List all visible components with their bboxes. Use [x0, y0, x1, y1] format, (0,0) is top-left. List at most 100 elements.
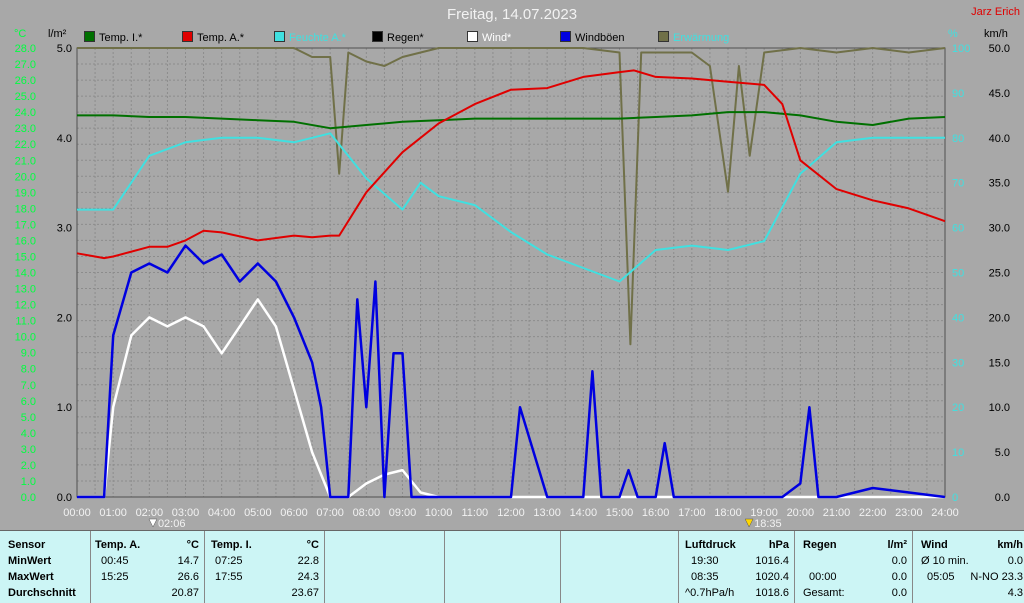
- temp-tick-label: 8.0: [21, 364, 36, 376]
- legend-swatch: [182, 31, 193, 42]
- temp-tick-label: 12.0: [15, 300, 36, 312]
- temp-a-max-time: 15:25: [101, 571, 129, 583]
- humidity-tick-label: 70: [952, 178, 964, 190]
- rain-tick-label: 5.0: [57, 43, 72, 55]
- time-tick-label: 11:00: [461, 507, 488, 519]
- temp-tick-label: 11.0: [15, 316, 36, 328]
- legend-label: Feuchte A.*: [289, 32, 346, 44]
- rain-min-value: 0.0: [891, 555, 907, 567]
- pressure-column: Luftdruck hPa 19:30 1016.4 08:35 1020.4 ^0.…: [678, 531, 795, 603]
- temp-tick-label: 15.0: [15, 251, 36, 263]
- pressure-unit: hPa: [768, 539, 789, 551]
- temp-tick-label: 22.0: [15, 139, 36, 151]
- legend-label: Temp. I.*: [99, 32, 143, 44]
- time-tick-label: 06:00: [280, 507, 308, 519]
- legend-swatch: [274, 31, 285, 42]
- pressure-min-value: 1016.4: [755, 555, 789, 567]
- legend-swatch: [560, 31, 571, 42]
- temp-tick-label: 6.0: [21, 396, 36, 408]
- rain-tick-label: 4.0: [57, 133, 72, 145]
- temp-i-max-time: 17:55: [215, 571, 243, 583]
- temp-tick-label: 19.0: [15, 187, 36, 199]
- wind-max-value: N-NO 23.3: [970, 571, 1023, 583]
- wind-tick-label: 20.0: [989, 312, 1010, 324]
- wind-10min-value: 0.0: [1007, 555, 1023, 567]
- wind-tick-label: 40.0: [989, 133, 1010, 145]
- humidity-tick-label: 100: [952, 43, 970, 55]
- temp-tick-label: 25.0: [15, 91, 36, 103]
- temp-i-max-value: 24.3: [297, 571, 319, 583]
- pressure-trend: ^0.7hPa/h: [685, 587, 735, 599]
- wind-tick-label: 0.0: [995, 492, 1010, 504]
- temp-a-unit: °C: [186, 539, 199, 551]
- rain-axis-unit: l/m²: [48, 28, 67, 40]
- wind-max-time: 05:05: [927, 571, 955, 583]
- legend-item: Windböen: [560, 30, 625, 46]
- time-tick-label: 22:00: [859, 507, 887, 519]
- temp-i-unit: °C: [306, 539, 319, 551]
- temp-tick-label: 20.0: [15, 171, 36, 183]
- temp-a-min-time: 00:45: [101, 555, 129, 567]
- temp-a-column: Temp. A. °C 00:45 14.7 15:25 26.6 20.87: [90, 531, 205, 603]
- time-tick-label: 00:00: [63, 507, 91, 519]
- temp-tick-label: 16.0: [15, 235, 36, 247]
- rain-tick-label: 0.0: [57, 492, 72, 504]
- time-tick-label: 20:00: [787, 507, 815, 519]
- temp-i-min-time: 07:25: [215, 555, 243, 567]
- temp-a-avg-value: 20.87: [171, 587, 199, 599]
- rain-total-label: Gesamt:: [803, 587, 845, 599]
- legend-item: Wind*: [467, 30, 511, 46]
- legend-item: Temp. A.*: [182, 30, 244, 46]
- temp-tick-label: 24.0: [15, 107, 36, 119]
- temp-tick-label: 28.0: [15, 43, 36, 55]
- rain-unit: l/m²: [887, 539, 907, 551]
- wind-unit: km/h: [997, 539, 1023, 551]
- legend-label: Erwärmung: [673, 32, 730, 44]
- sunset-marker-icon: [744, 518, 754, 528]
- wind-10min-label: Ø 10 min.: [921, 555, 969, 567]
- wind-tick-label: 45.0: [989, 88, 1010, 100]
- rain-max-value: 0.0: [891, 571, 907, 583]
- legend-label: Regen*: [387, 32, 424, 44]
- humidity-tick-label: 50: [952, 268, 964, 280]
- wind-tick-label: 10.0: [989, 402, 1010, 414]
- time-tick-label: 07:00: [316, 507, 344, 519]
- time-tick-label: 16:00: [642, 507, 670, 519]
- weather-chart: 0.0 1.0 2.0 3.0 4.0 5.0 6.0 7.0 8.0 9.0 10.0 11.0 12…: [15, 43, 1010, 530]
- legend-swatch: [84, 31, 95, 42]
- wind-tick-label: 5.0: [995, 447, 1010, 459]
- time-tick-label: 15:00: [606, 507, 634, 519]
- sunrise-marker-icon: [148, 518, 158, 528]
- temp-tick-label: 9.0: [21, 348, 36, 360]
- legend-item: Feuchte A.*: [274, 30, 346, 46]
- sunset-marker-label: 18:35: [754, 518, 782, 530]
- chart-legend: Temp. I.* Temp. A.* Feuchte A.* Regen* Wind*…: [84, 30, 944, 46]
- temp-tick-label: 10.0: [15, 332, 36, 344]
- humidity-tick-label: 10: [952, 447, 964, 459]
- temp-i-column: Temp. I. °C 07:25 22.8 17:55 24.3 23.67: [204, 531, 325, 603]
- temp-i-min-value: 22.8: [297, 555, 319, 567]
- rain-header: Regen: [803, 539, 837, 551]
- humidity-tick-label: 80: [952, 133, 964, 145]
- temp-a-max-value: 26.6: [177, 571, 199, 583]
- empty-column-2: [444, 531, 561, 603]
- humidity-axis-unit: %: [948, 28, 958, 40]
- humidity-tick-label: 30: [952, 357, 964, 369]
- temp-tick-label: 14.0: [15, 268, 36, 280]
- humidity-tick-label: 90: [952, 88, 964, 100]
- statistics-panel: Sensor MinWert MaxWert Durchschnitt Temp…: [0, 530, 1024, 603]
- temp-tick-label: 4.0: [21, 428, 36, 440]
- temp-tick-label: 17.0: [15, 219, 36, 231]
- wind-tick-label: 15.0: [989, 357, 1010, 369]
- sensor-column: Sensor MinWert MaxWert Durchschnitt: [0, 531, 90, 603]
- temp-tick-label: 7.0: [21, 380, 36, 392]
- time-tick-label: 10:00: [425, 507, 453, 519]
- pressure-header: Luftdruck: [685, 539, 736, 551]
- empty-column-1: [324, 531, 445, 603]
- wind-axis-unit: km/h: [984, 28, 1008, 40]
- time-tick-label: 21:00: [823, 507, 851, 519]
- temp-tick-label: 21.0: [15, 155, 36, 167]
- legend-item: Regen*: [372, 30, 424, 46]
- time-tick-label: 24:00: [931, 507, 959, 519]
- wind-column: Wind km/h Ø 10 min. 0.0 05:05 N-NO 23.3 4.3: [912, 531, 1024, 603]
